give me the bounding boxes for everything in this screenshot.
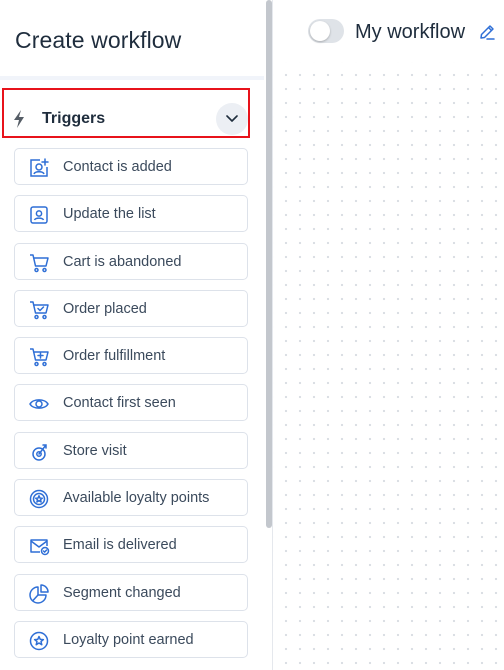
trigger-item-label: Segment changed <box>63 585 181 601</box>
trigger-item-store-visit[interactable]: Store visit <box>14 432 248 469</box>
trigger-item-label: Order placed <box>63 301 147 317</box>
trigger-item-update-the-list[interactable]: Update the list <box>14 195 248 232</box>
trigger-item-email-is-delivered[interactable]: Email is delivered <box>14 526 248 563</box>
trigger-item-label: Contact first seen <box>63 395 176 411</box>
sidebar-divider <box>0 76 264 80</box>
sidebar: Create workflow Triggers Contact is adde… <box>0 0 264 670</box>
loyalty-star-icon <box>29 631 49 651</box>
trigger-item-contact-is-added[interactable]: Contact is added <box>14 148 248 185</box>
trigger-item-cart-is-abandoned[interactable]: Cart is abandoned <box>14 243 248 280</box>
trigger-item-segment-changed[interactable]: Segment changed <box>14 574 248 611</box>
trigger-item-label: Contact is added <box>63 159 172 175</box>
triggers-section-label[interactable]: Triggers <box>42 110 105 128</box>
eye-icon <box>29 399 49 409</box>
chevron-down-icon <box>226 115 238 122</box>
pie-chart-icon <box>29 584 49 604</box>
trigger-item-loyalty-point-earned[interactable]: Loyalty point earned <box>14 621 248 658</box>
trigger-item-label: Available loyalty points <box>63 490 210 506</box>
trigger-item-contact-first-seen[interactable]: Contact first seen <box>14 384 248 421</box>
contact-add-icon <box>30 158 49 177</box>
contact-card-icon <box>30 206 48 224</box>
workflow-name: My workflow <box>355 21 466 43</box>
page-title: Create workflow <box>15 27 182 53</box>
cart-check-icon <box>30 301 49 320</box>
trigger-item-available-loyalty-points[interactable]: Available loyalty points <box>14 479 248 516</box>
toggle-knob <box>310 21 330 41</box>
trigger-item-label: Cart is abandoned <box>63 254 182 270</box>
pencil-icon[interactable] <box>478 23 496 41</box>
workflow-active-toggle[interactable] <box>308 19 344 43</box>
cart-plus-icon <box>30 348 49 367</box>
store-visit-icon <box>32 444 47 461</box>
trigger-item-label: Order fulfillment <box>63 348 166 364</box>
trigger-item-label: Store visit <box>63 443 127 459</box>
trigger-item-label: Email is delivered <box>63 537 177 553</box>
lightning-icon <box>14 110 24 128</box>
workflow-canvas[interactable] <box>273 62 504 670</box>
triggers-highlight <box>2 88 250 138</box>
email-delivered-icon <box>30 539 50 556</box>
loyalty-badge-icon <box>29 489 49 509</box>
collapse-triggers-button[interactable] <box>216 103 248 135</box>
trigger-item-label: Loyalty point earned <box>63 632 194 648</box>
cart-icon <box>30 254 49 273</box>
trigger-item-order-placed[interactable]: Order placed <box>14 290 248 327</box>
trigger-item-order-fulfillment[interactable]: Order fulfillment <box>14 337 248 374</box>
trigger-item-label: Update the list <box>63 206 156 222</box>
